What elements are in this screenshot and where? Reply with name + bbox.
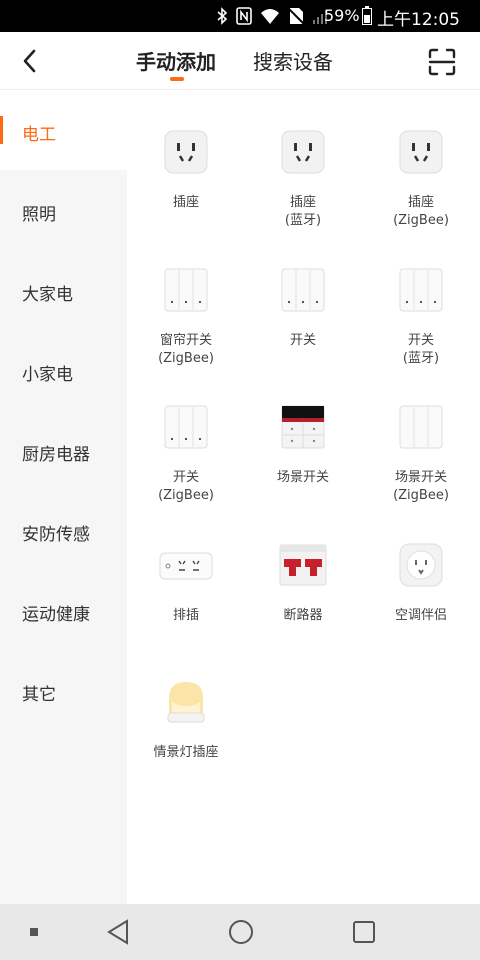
device-name: 插座 (ZigBee) [393, 195, 449, 228]
tab-search-device[interactable]: 搜索设备 [253, 46, 333, 75]
device-name: 场景开关 (ZigBee) [393, 470, 449, 503]
wifi-icon [261, 9, 279, 24]
home-nav-button[interactable] [225, 916, 257, 948]
sidebar-item-label: 运动健康 [22, 605, 90, 625]
dot-icon [30, 928, 38, 936]
sidebar-item-label: 安防传感 [22, 525, 90, 545]
header: 手动添加 搜索设备 [0, 32, 480, 90]
device-name: 空调伴侣 [394, 608, 447, 623]
device-power-strip[interactable]: 排插 [127, 503, 245, 633]
scene-switch-icon [281, 405, 325, 449]
battery-percent: 59% [324, 6, 360, 25]
device-socket[interactable]: 插座 [127, 90, 245, 220]
bluetooth-icon [217, 7, 228, 25]
chevron-left-icon [23, 49, 36, 73]
sidebar-item-lighting[interactable]: 照明 [0, 170, 127, 250]
triple-switch-icon [399, 405, 443, 449]
system-nav-bar [0, 904, 480, 960]
nfc-icon [236, 7, 252, 25]
device-socket-bluetooth[interactable]: 插座 (蓝牙) [244, 90, 362, 228]
socket-icon [281, 130, 325, 174]
ac-companion-icon [399, 543, 443, 587]
circuit-breaker-icon [279, 543, 327, 587]
recents-dot-button[interactable] [18, 916, 50, 948]
triple-switch-icon [164, 405, 208, 449]
device-switch[interactable]: 开关 [244, 228, 362, 358]
sidebar-item-health[interactable]: 运动健康 [0, 570, 127, 650]
device-name: 情景灯插座 [153, 745, 219, 760]
triple-switch-icon [281, 268, 325, 312]
triple-switch-icon [399, 268, 443, 312]
device-name: 插座 [172, 195, 199, 210]
device-ac-companion[interactable]: 空调伴侣 [362, 503, 480, 633]
sidebar-item-label: 厨房电器 [22, 445, 90, 465]
device-grid: 插座 插座 (蓝牙) 插座 (ZigBee) 窗帘开关 (ZigBee) 开关 … [127, 90, 480, 904]
battery-icon [362, 8, 372, 25]
sidebar-item-security[interactable]: 安防传感 [0, 490, 127, 570]
no-sim-icon [288, 7, 304, 25]
device-curtain-switch-zigbee[interactable]: 窗帘开关 (ZigBee) [127, 228, 245, 366]
sidebar-item-label: 小家电 [22, 365, 73, 385]
sidebar-item-kitchen[interactable]: 厨房电器 [0, 410, 127, 490]
scan-icon [428, 48, 456, 76]
sidebar-item-label: 照明 [22, 205, 56, 225]
sidebar-item-label: 其它 [22, 685, 56, 705]
device-switch-zigbee[interactable]: 开关 (ZigBee) [127, 365, 245, 503]
night-light-icon [164, 680, 208, 724]
status-bar: 59% 上午12:05 [0, 0, 480, 32]
device-name: 插座 (蓝牙) [284, 195, 322, 228]
device-name: 开关 [289, 333, 316, 348]
device-night-light-socket[interactable]: 情景灯插座 [127, 640, 245, 770]
device-name: 断路器 [283, 608, 323, 623]
triangle-back-icon [107, 919, 128, 945]
sidebar-item-label: 大家电 [22, 285, 73, 305]
device-switch-bluetooth[interactable]: 开关 (蓝牙) [362, 228, 480, 366]
overview-nav-button[interactable] [348, 916, 380, 948]
back-nav-button[interactable] [102, 916, 134, 948]
device-scene-switch-zigbee[interactable]: 场景开关 (ZigBee) [362, 365, 480, 503]
category-sidebar: 电工 照明 大家电 小家电 厨房电器 安防传感 运动健康 其它 [0, 90, 127, 904]
status-icons [216, 7, 330, 25]
device-name: 窗帘开关 (ZigBee) [158, 333, 214, 366]
tab-active-indicator [170, 77, 184, 81]
triple-switch-icon [164, 268, 208, 312]
device-name: 排插 [172, 608, 199, 623]
device-name: 场景开关 [276, 470, 329, 485]
active-indicator [0, 116, 3, 144]
device-scene-switch[interactable]: 场景开关 [244, 365, 362, 495]
device-name: 开关 (ZigBee) [158, 470, 214, 503]
sidebar-item-small-appliances[interactable]: 小家电 [0, 330, 127, 410]
device-circuit-breaker[interactable]: 断路器 [244, 503, 362, 633]
sidebar-item-electrician[interactable]: 电工 [0, 90, 127, 170]
square-overview-icon [353, 921, 375, 943]
power-strip-icon [159, 543, 213, 587]
scan-button[interactable] [426, 46, 458, 78]
device-socket-zigbee[interactable]: 插座 (ZigBee) [362, 90, 480, 228]
device-name: 开关 (蓝牙) [402, 333, 440, 366]
app-screen: { "status_bar": { "battery_percent": "59… [0, 0, 480, 960]
sidebar-item-label: 电工 [22, 125, 56, 145]
socket-icon [164, 130, 208, 174]
clock: 上午12:05 [377, 10, 460, 30]
tab-manual-add[interactable]: 手动添加 [136, 46, 216, 75]
sidebar-item-other[interactable]: 其它 [0, 650, 127, 730]
socket-icon [399, 130, 443, 174]
sidebar-item-large-appliances[interactable]: 大家电 [0, 250, 127, 330]
back-button[interactable] [14, 44, 44, 78]
circle-home-icon [229, 920, 253, 944]
